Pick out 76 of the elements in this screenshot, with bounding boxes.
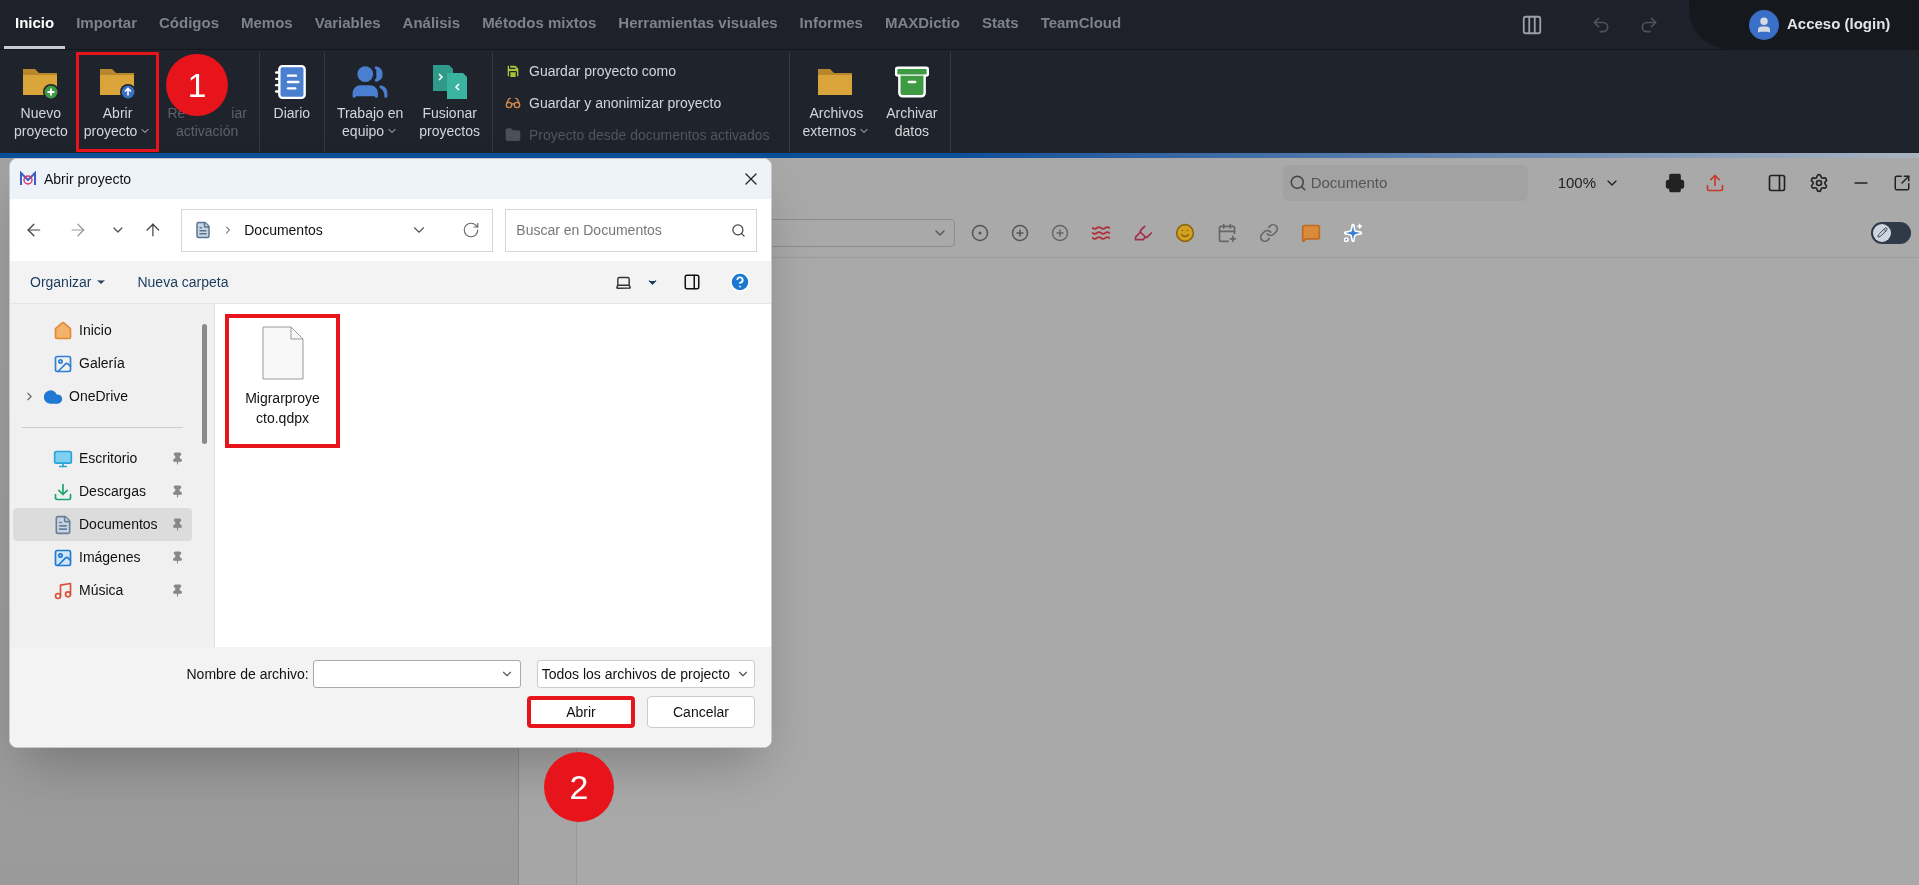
menu-tab[interactable]: Análisis: [391, 0, 472, 49]
help-icon[interactable]: [729, 271, 751, 293]
ribbon-button[interactable]: Abrir proyecto: [75, 52, 160, 152]
expand-icon[interactable]: [1893, 174, 1911, 192]
folder-icon: [505, 127, 521, 143]
menu-tab[interactable]: Herramientas visuales: [607, 0, 789, 49]
edit-toggle[interactable]: [1871, 221, 1911, 244]
menu-tab[interactable]: Códigos: [148, 0, 230, 49]
nav-item[interactable]: Música: [13, 574, 192, 607]
upload-icon[interactable]: [1705, 173, 1725, 193]
app-logo-icon: [20, 171, 36, 187]
link-icon[interactable]: [1259, 222, 1279, 243]
cancel-button[interactable]: Cancelar: [647, 696, 755, 728]
nav-item[interactable]: Inicio: [13, 314, 192, 347]
login-link[interactable]: Acceso (login): [1787, 13, 1891, 36]
download-icon: [53, 481, 73, 502]
print-icon[interactable]: [1665, 173, 1685, 193]
desktop-icon: [53, 448, 73, 469]
highlighter-icon[interactable]: [1133, 222, 1153, 243]
menu-tab[interactable]: Informes: [788, 0, 874, 49]
gallery-icon: [53, 353, 73, 374]
ribbon-button[interactable]: Archivos externos: [794, 52, 879, 152]
calendar-plus-icon[interactable]: [1217, 222, 1237, 243]
glasses-icon: [505, 95, 521, 111]
search-icon: [1288, 174, 1307, 192]
dialog-title: Abrir proyecto: [44, 169, 132, 189]
panel-icon[interactable]: [1767, 173, 1787, 193]
music-icon: [53, 580, 73, 601]
zoom-dropdown[interactable]: 100%: [1557, 171, 1620, 195]
ribbon-menu-button[interactable]: Guardar y anonimizar proyecto: [505, 89, 770, 117]
picture-icon: [53, 547, 73, 568]
file-type-dropdown[interactable]: Todos los archivos de projecto: [536, 660, 755, 688]
preview-pane-icon[interactable]: [683, 273, 701, 291]
command-button[interactable]: Organizar: [30, 271, 108, 293]
code-add-icon[interactable]: [1051, 223, 1069, 242]
file-icon: [261, 326, 304, 380]
menu-tab[interactable]: Métodos mixtos: [471, 0, 608, 49]
search-field[interactable]: Buscar en Documentos: [505, 208, 757, 252]
refresh-icon[interactable]: [462, 221, 481, 239]
filename-label: Nombre de archivo:: [186, 664, 309, 684]
nav-item[interactable]: Escritorio: [13, 442, 192, 475]
columns-icon[interactable]: [1521, 13, 1543, 36]
menu-tab[interactable]: Variables: [303, 0, 392, 49]
nav-item[interactable]: Descargas: [13, 475, 192, 508]
ribbon-button[interactable]: Archivar datos: [878, 52, 946, 152]
avatar-icon: [1749, 9, 1779, 40]
users-icon: [351, 63, 390, 101]
filename-field[interactable]: [312, 660, 521, 688]
command-button[interactable]: Nueva carpeta: [137, 271, 229, 293]
nav-item[interactable]: Galería: [13, 347, 192, 380]
ribbon-button[interactable]: Fusionar proyectos: [411, 52, 488, 152]
pencil-icon: [1876, 227, 1888, 238]
document-icon: [194, 221, 213, 239]
nav-item[interactable]: Documentos: [13, 508, 192, 541]
ribbon-menu-button[interactable]: Guardar proyecto como: [505, 57, 770, 85]
menu-tab[interactable]: Memos: [230, 0, 304, 49]
ribbon-button[interactable]: Diario: [263, 52, 320, 152]
code-marker-icon[interactable]: [971, 223, 989, 242]
address-bar[interactable]: Documentos: [181, 208, 494, 252]
menu-tab[interactable]: Stats: [970, 0, 1030, 49]
ribbon-button[interactable]: Nuevo proyecto: [6, 52, 76, 152]
code-add-icon[interactable]: [1011, 223, 1029, 242]
document-icon: [53, 514, 73, 535]
ribbon-button[interactable]: Trabajo en equipo: [328, 52, 412, 152]
menu-tab[interactable]: MAXDictio: [873, 0, 971, 49]
nav-item[interactable]: OneDrive: [13, 380, 192, 413]
menu-tab[interactable]: Importar: [65, 0, 148, 49]
menu-tab[interactable]: TeamCloud: [1029, 0, 1133, 49]
sparkle-icon[interactable]: [1343, 222, 1363, 243]
nav-item[interactable]: Imágenes: [13, 541, 192, 574]
search-icon: [731, 222, 746, 238]
home-icon: [53, 320, 73, 341]
settings-icon[interactable]: [1809, 173, 1829, 193]
open-button[interactable]: Abrir: [527, 696, 635, 728]
file-item[interactable]: Migrarproyecto.qdpx: [225, 314, 340, 448]
save-icon: [505, 63, 521, 79]
